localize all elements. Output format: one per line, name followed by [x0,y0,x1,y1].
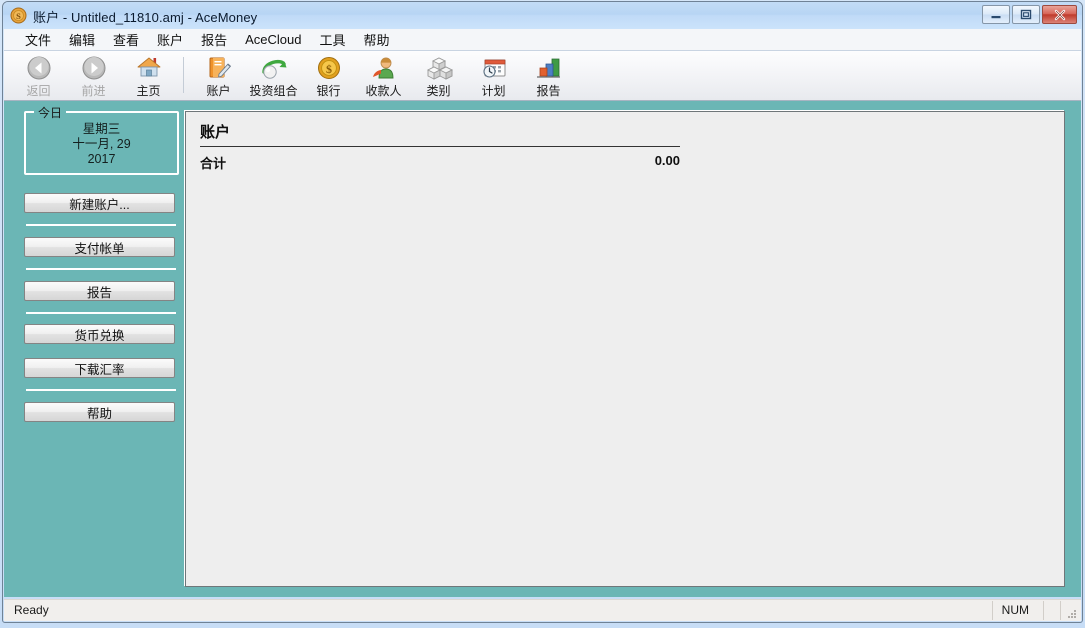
window-title: 账户 - Untitled_11810.amj - AceMoney [33,10,258,25]
accounts-total-row: 合计 0.00 [200,153,680,171]
sidebar-separator-3 [26,312,176,314]
coin-dollar-icon: S [10,7,27,24]
sidebar-separator-4 [26,389,176,391]
total-label: 合计 [200,156,227,171]
menu-item-file[interactable]: 文件 [16,28,60,51]
sidebar-button-help[interactable]: 帮助 [24,402,175,422]
menu-item-edit[interactable]: 编辑 [60,28,104,51]
maximize-icon [1013,6,1039,23]
toolbar-button-schedule[interactable]: 计划 [466,53,521,99]
toolbar-label-reports: 报告 [536,84,561,98]
svg-text:$: $ [326,62,332,76]
bank-coin-icon: $ [313,54,345,81]
toolbar-label-schedule: 计划 [481,84,506,98]
menu-item-acecloud[interactable]: AceCloud [236,30,310,49]
status-divider-3 [1060,601,1061,620]
minimize-icon [983,6,1009,23]
toolbar-label-portfolio: 投资组合 [249,84,298,98]
sidebar-button-currency-exchange[interactable]: 货币兑换 [24,324,175,344]
menu-bar: 文件 编辑 查看 账户 报告 AceCloud 工具 帮助 [4,29,1081,51]
minimize-button[interactable] [982,5,1010,24]
toolbar-label-accounts: 账户 [206,84,231,98]
main-content-panel: 账户 合计 0.00 [185,111,1065,587]
sidebar-button-download-rates[interactable]: 下载汇率 [24,358,175,378]
portfolio-icon [258,54,290,81]
home-icon [133,54,165,81]
status-divider-1 [992,601,993,620]
sidebar-button-reports[interactable]: 报告 [24,281,175,301]
title-divider [200,146,680,147]
today-month-day: 十一月, 29 [72,137,131,151]
status-message: Ready [14,603,49,617]
toolbar-button-reports[interactable]: 报告 [521,53,576,99]
toolbar-label-forward: 前进 [81,84,106,98]
sidebar: 今日 星期三 十一月, 29 2017 新建账户... 支付帐单 报告 货币兑换… [4,101,185,597]
toolbar-label-back: 返回 [26,84,51,98]
payee-person-icon [368,54,400,81]
toolbar-button-accounts[interactable]: 账户 [191,53,246,99]
page-title: 账户 [200,124,231,141]
account-book-icon [203,54,235,81]
sidebar-button-pay-bills[interactable]: 支付帐单 [24,237,175,257]
toolbar: 返回 前进 主页 账户 投资组合 $ 银行 收款人 类别 计划 报告 [4,51,1081,101]
toolbar-label-categories: 类别 [426,84,451,98]
categories-cubes-icon [423,54,455,81]
toolbar-button-home[interactable]: 主页 [121,53,176,99]
title-bar[interactable]: S 账户 - Untitled_11810.amj - AceMoney [3,2,1082,29]
close-icon [1043,6,1076,23]
today-group-box: 今日 星期三 十一月, 29 2017 [24,104,179,175]
toolbar-label-banks: 银行 [316,84,341,98]
toolbar-button-payees[interactable]: 收款人 [356,53,411,99]
menu-item-tools[interactable]: 工具 [310,28,354,51]
maximize-button[interactable] [1012,5,1040,24]
toolbar-button-back[interactable]: 返回 [11,53,66,99]
toolbar-button-forward[interactable]: 前进 [66,53,121,99]
sidebar-separator-2 [26,268,176,270]
toolbar-label-payees: 收款人 [365,84,402,98]
today-date-display: 星期三 十一月, 29 2017 [26,122,177,167]
sidebar-separator-1 [26,224,176,226]
toolbar-button-banks[interactable]: $ 银行 [301,53,356,99]
client-area: 今日 星期三 十一月, 29 2017 新建账户... 支付帐单 报告 货币兑换… [4,101,1081,597]
schedule-calendar-icon [478,54,510,81]
today-weekday: 星期三 [82,122,121,136]
sidebar-button-new-account[interactable]: 新建账户... [24,193,175,213]
back-arrow-icon [23,54,55,81]
total-value: 0.00 [654,153,680,168]
application-window: S 账户 - Untitled_11810.amj - AceMoney 文件 … [0,0,1085,628]
toolbar-button-portfolio[interactable]: 投资组合 [246,53,301,99]
toolbar-label-home: 主页 [136,84,161,98]
status-bar: Ready NUM [4,599,1081,621]
toolbar-separator [183,57,184,93]
today-year: 2017 [87,152,116,166]
status-divider-2 [1043,601,1044,620]
resize-grip[interactable] [1066,607,1078,619]
menu-item-reports[interactable]: 报告 [192,28,236,51]
svg-text:S: S [16,11,21,21]
today-group-label: 今日 [34,104,67,121]
menu-item-help[interactable]: 帮助 [354,28,398,51]
menu-item-accounts[interactable]: 账户 [148,28,192,51]
reports-chart-icon [533,54,565,81]
toolbar-button-categories[interactable]: 类别 [411,53,466,99]
close-button[interactable] [1042,5,1077,24]
menu-item-view[interactable]: 查看 [104,28,148,51]
status-num-lock: NUM [1001,603,1029,617]
forward-arrow-icon [78,54,110,81]
